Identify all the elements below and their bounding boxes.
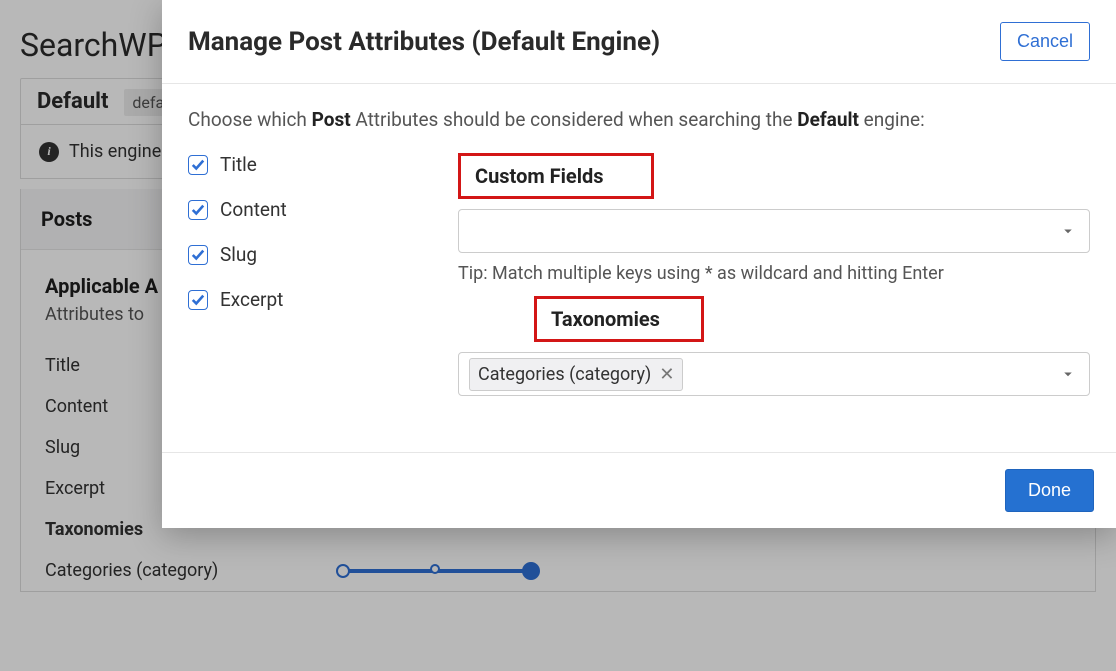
remove-tag-icon[interactable]: ✕ (659, 364, 674, 385)
checkbox-slug[interactable] (188, 245, 208, 265)
checkbox-excerpt[interactable] (188, 290, 208, 310)
modal-prompt: Choose which Post Attributes should be c… (188, 108, 1090, 131)
checkbox-content[interactable] (188, 200, 208, 220)
taxonomies-label: Taxonomies (537, 299, 674, 339)
chevron-down-icon (1059, 222, 1077, 240)
checkbox-title[interactable] (188, 155, 208, 175)
checkbox-title-label: Title (220, 153, 257, 176)
custom-fields-select[interactable] (458, 209, 1090, 253)
checkbox-content-label: Content (220, 198, 287, 221)
modal-header: Manage Post Attributes (Default Engine) … (162, 0, 1116, 84)
modal-title: Manage Post Attributes (Default Engine) (188, 27, 660, 57)
taxonomies-select[interactable]: Categories (category) ✕ (458, 352, 1090, 396)
checkbox-column: Title Content Slug Excerpt (188, 153, 408, 406)
taxonomy-tag-label: Categories (category) (478, 364, 651, 385)
checkbox-slug-label: Slug (220, 243, 257, 266)
custom-fields-label: Custom Fields (461, 156, 618, 196)
cancel-button[interactable]: Cancel (1000, 22, 1090, 61)
taxonomy-tag-categories: Categories (category) ✕ (469, 358, 683, 391)
custom-fields-highlight: Custom Fields (458, 153, 654, 199)
done-button[interactable]: Done (1005, 469, 1094, 512)
checkbox-excerpt-label: Excerpt (220, 288, 283, 311)
modal-footer: Done (162, 452, 1116, 528)
chevron-down-icon (1059, 365, 1077, 383)
taxonomies-highlight: Taxonomies (534, 296, 704, 342)
custom-fields-tip: Tip: Match multiple keys using * as wild… (458, 263, 1090, 284)
manage-attributes-modal: Manage Post Attributes (Default Engine) … (162, 0, 1116, 528)
